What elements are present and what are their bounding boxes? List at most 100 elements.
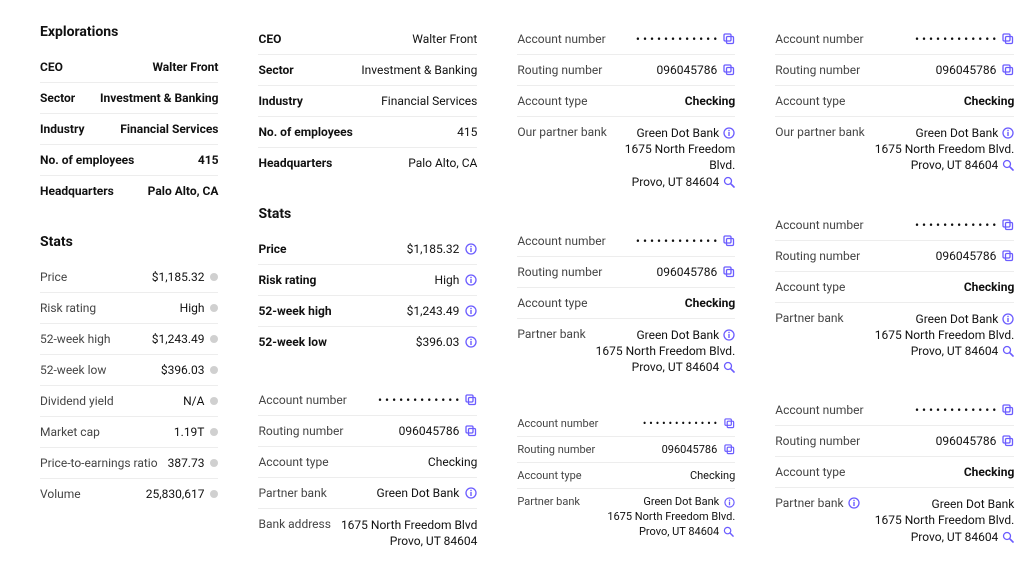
low52-value: $396.03: [161, 363, 205, 377]
partner-bank-block: Green Dot Bank 1675 North Freedom Blvd. …: [596, 327, 736, 376]
info-icon[interactable]: [465, 336, 477, 348]
info-icon[interactable]: [465, 274, 477, 286]
div-label: Dividend yield: [40, 394, 114, 408]
industry-label: Industry: [258, 94, 302, 108]
bank-address-label: Bank address: [258, 517, 330, 531]
info-icon[interactable]: [465, 243, 477, 255]
partner-bank-label: Partner bank: [775, 496, 859, 510]
price-label: Price: [258, 242, 286, 256]
zoom-icon[interactable]: [723, 176, 735, 188]
info-icon[interactable]: [723, 497, 735, 509]
account-number-label: Account number: [258, 393, 346, 407]
status-dot: [210, 273, 218, 281]
mcap-label: Market cap: [40, 425, 100, 439]
ceo-value: Walter Front: [412, 32, 477, 46]
info-icon[interactable]: [465, 305, 477, 317]
routing-number-label: Routing number: [775, 63, 860, 77]
copy-icon[interactable]: [1002, 219, 1014, 231]
zoom-icon[interactable]: [1002, 159, 1014, 171]
copy-icon[interactable]: [723, 266, 735, 278]
status-dot: [210, 304, 218, 312]
hq-value: Palo Alto, CA: [408, 156, 477, 170]
hq-label: Headquarters: [40, 184, 114, 198]
routing-number-label: Routing number: [517, 443, 595, 456]
routing-number-value: 096045786: [936, 434, 997, 448]
hq-value: Palo Alto, CA: [148, 184, 219, 198]
industry-value: Financial Services: [120, 122, 218, 136]
info-icon[interactable]: [1002, 313, 1014, 325]
account-type-label: Account type: [517, 94, 587, 108]
info-icon[interactable]: [848, 497, 860, 509]
bank-address-value: 1675 North Freedom BlvdProvo, UT 84604: [341, 517, 477, 549]
sector-label: Sector: [258, 63, 293, 77]
account-type-label: Account type: [775, 280, 845, 294]
sector-value: Investment & Banking: [100, 91, 218, 105]
employees-value: 415: [198, 153, 219, 167]
account-number-label: Account number: [775, 218, 863, 232]
partner-bank-block: Green Dot Bank 1675 North Freedom Blvd. …: [625, 125, 736, 190]
partner-bank-value: Green Dot Bank: [377, 486, 460, 500]
partner-bank-block: Green Dot Bank 1675 North Freedom Blvd. …: [607, 495, 735, 540]
account-type-value: Checking: [964, 94, 1014, 108]
account-number-label: Account number: [517, 32, 605, 46]
mcap-value: 1.19T: [174, 425, 205, 439]
copy-icon[interactable]: [1002, 64, 1014, 76]
routing-number-value: 096045786: [657, 63, 718, 77]
copy-icon[interactable]: [723, 235, 735, 247]
routing-number-value: 096045786: [936, 63, 997, 77]
partner-bank-block: Green Dot Bank 1675 North Freedom Blvd. …: [875, 496, 1015, 545]
industry-value: Financial Services: [381, 94, 477, 108]
copy-icon[interactable]: [723, 33, 735, 45]
ceo-label: CEO: [258, 32, 281, 46]
routing-number-label: Routing number: [517, 265, 602, 279]
account-number-value: • • • • • • • • • • • •: [915, 403, 996, 417]
account-number-value: • • • • • • • • • • • •: [636, 234, 717, 248]
info-icon[interactable]: [465, 487, 477, 499]
account-type-label: Account type: [517, 469, 581, 482]
account-number-value: • • • • • • • • • • • •: [378, 393, 459, 407]
copy-icon[interactable]: [1002, 435, 1014, 447]
ceo-value: Walter Front: [152, 60, 218, 74]
account-type-label: Account type: [517, 296, 587, 310]
hq-label: Headquarters: [258, 156, 332, 170]
account-type-value: Checking: [428, 455, 477, 469]
copy-icon[interactable]: [465, 394, 477, 406]
copy-icon[interactable]: [1002, 33, 1014, 45]
div-value: N/A: [183, 394, 204, 408]
status-dot: [210, 490, 218, 498]
account-number-label: Account number: [775, 32, 863, 46]
employees-label: No. of employees: [40, 153, 134, 167]
copy-icon[interactable]: [723, 64, 735, 76]
status-dot: [210, 428, 218, 436]
copy-icon[interactable]: [723, 418, 735, 430]
explorations-heading: Explorations: [40, 24, 218, 40]
partner-bank-label: Partner bank: [517, 495, 580, 508]
risk-label: Risk rating: [40, 301, 96, 315]
copy-icon[interactable]: [723, 444, 735, 456]
zoom-icon[interactable]: [1002, 345, 1014, 357]
copy-icon[interactable]: [1002, 250, 1014, 262]
copy-icon[interactable]: [1002, 404, 1014, 416]
info-icon[interactable]: [723, 127, 735, 139]
low52-label: 52-week low: [40, 363, 106, 377]
info-icon[interactable]: [1002, 127, 1014, 139]
account-type-value: Checking: [964, 280, 1014, 294]
sector-value: Investment & Banking: [361, 63, 477, 77]
partner-bank-label: Partner bank: [775, 311, 843, 325]
copy-icon[interactable]: [465, 425, 477, 437]
routing-number-value: 096045786: [657, 265, 718, 279]
risk-value: High: [180, 301, 205, 315]
routing-number-value: 096045786: [936, 249, 997, 263]
account-number-label: Account number: [517, 234, 605, 248]
zoom-icon[interactable]: [723, 361, 735, 373]
status-dot: [210, 335, 218, 343]
info-icon[interactable]: [723, 329, 735, 341]
routing-number-value: 096045786: [662, 443, 718, 456]
vol-label: Volume: [40, 487, 81, 501]
high52-value: $1,243.49: [407, 304, 460, 318]
risk-label: Risk rating: [258, 273, 316, 287]
account-type-label: Account type: [775, 465, 845, 479]
our-partner-bank-label: Our partner bank: [775, 125, 864, 139]
price-value: $1,185.32: [407, 242, 460, 256]
routing-number-label: Routing number: [775, 249, 860, 263]
